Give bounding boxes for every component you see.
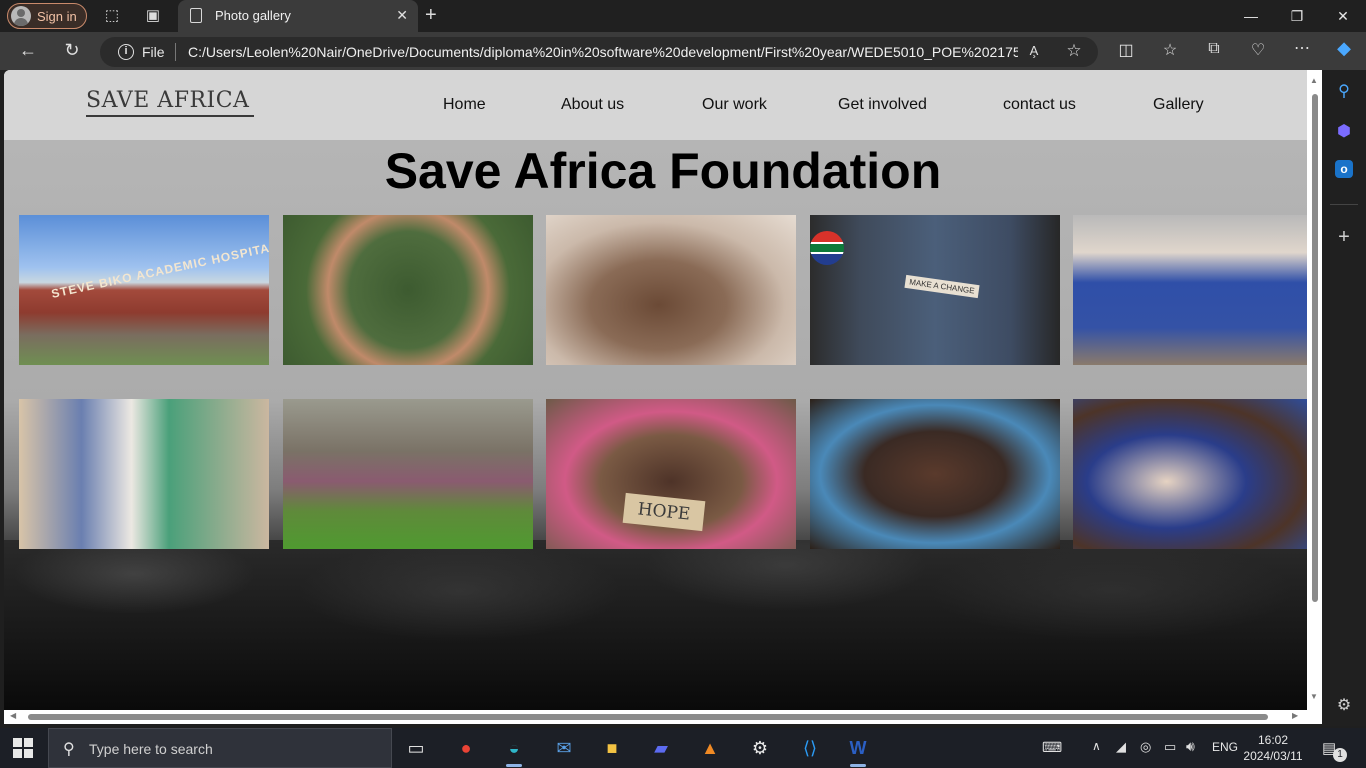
split-screen-icon[interactable]: ◫ bbox=[1114, 40, 1138, 60]
gallery-photo-hands-circle[interactable] bbox=[283, 215, 533, 365]
gallery-photo-team-blue[interactable] bbox=[1073, 215, 1307, 365]
south-africa-flag-icon bbox=[810, 231, 844, 265]
site-logo[interactable]: SAVE AFRICA bbox=[86, 88, 256, 118]
forest-background bbox=[4, 540, 1307, 710]
site-header: SAVE AFRICA Home About us Our work Get i… bbox=[4, 70, 1307, 140]
notification-badge: 1 bbox=[1333, 748, 1347, 762]
address-separator bbox=[175, 43, 176, 61]
webcam-icon[interactable]: ◎ bbox=[1140, 739, 1151, 755]
sidebar-divider bbox=[1330, 204, 1358, 205]
taskbar-search-placeholder: Type here to search bbox=[89, 741, 213, 757]
minimize-icon[interactable]: — bbox=[1228, 4, 1274, 28]
edge-sidebar: ⚲ ⬢ o + ⚙ bbox=[1322, 70, 1366, 726]
scroll-left-icon[interactable]: ◀ bbox=[10, 711, 16, 720]
nav-contact-us[interactable]: contact us bbox=[1003, 96, 1076, 114]
address-prefix: File bbox=[142, 44, 165, 60]
url-text[interactable]: C:/Users/Leolen%20Nair/OneDrive/Document… bbox=[188, 44, 1018, 60]
logo-underline bbox=[86, 115, 254, 117]
network-icon[interactable]: ◢ bbox=[1116, 739, 1126, 755]
file-explorer-icon[interactable]: ■ bbox=[592, 733, 632, 763]
collections-icon[interactable]: ⧉ bbox=[1202, 40, 1226, 58]
tab-title: Photo gallery bbox=[215, 8, 291, 23]
settings-icon[interactable]: ⚙ bbox=[740, 733, 780, 763]
browser-toolbar: ← ↻ i File C:/Users/Leolen%20Nair/OneDri… bbox=[0, 32, 1366, 70]
windows-taskbar: ⚲ Type here to search ▭ ● ◒ ✉ ■ ▰ ▲ ⚙ ⟨⟩… bbox=[0, 728, 1366, 768]
search-icon[interactable]: ⚲ bbox=[1332, 80, 1356, 104]
clock-date: 2024/03/11 bbox=[1243, 749, 1303, 763]
logo-text: SAVE AFRICA bbox=[86, 88, 250, 113]
new-tab-icon[interactable]: + bbox=[425, 4, 437, 27]
tab-actions-icon[interactable]: ▣ bbox=[143, 6, 163, 26]
browser-viewport: SAVE AFRICA Home About us Our work Get i… bbox=[4, 70, 1322, 724]
word-icon[interactable]: W bbox=[838, 733, 878, 767]
vertical-scrollbar[interactable]: ▲ ▼ bbox=[1307, 70, 1322, 710]
gallery-photo-hope-girls[interactable]: HOPE bbox=[546, 399, 796, 549]
nav-get-involved[interactable]: Get involved bbox=[838, 96, 927, 114]
keyboard-tray-icon[interactable]: ⌨ bbox=[1042, 739, 1062, 756]
nav-gallery[interactable]: Gallery bbox=[1153, 96, 1204, 114]
vertical-scroll-thumb[interactable] bbox=[1312, 94, 1318, 602]
workspaces-icon[interactable]: ⬚ bbox=[102, 6, 122, 26]
tab-photo-gallery[interactable]: Photo gallery ✕ bbox=[178, 0, 418, 32]
signin-button[interactable]: Sign in bbox=[7, 3, 87, 29]
gallery-photo-coins-hands[interactable]: MAKE A CHANGE bbox=[810, 215, 1060, 365]
fl-studio-icon[interactable]: ▲ bbox=[690, 733, 730, 763]
show-hidden-icons[interactable]: ∧ bbox=[1092, 739, 1101, 753]
hope-sign-text: HOPE bbox=[622, 492, 706, 532]
taskbar-search-icon: ⚲ bbox=[63, 741, 75, 758]
gallery-photo-clinic-visit[interactable] bbox=[19, 399, 269, 549]
browser-titlebar: Sign in ⬚ ▣ Photo gallery ✕ + — ❐ ✕ bbox=[0, 0, 1366, 32]
outlook-icon[interactable]: o bbox=[1335, 160, 1353, 178]
copilot-icon[interactable]: ◆ bbox=[1332, 38, 1356, 59]
system-clock[interactable]: 16:02 2024/03/11 bbox=[1243, 732, 1303, 764]
nav-home[interactable]: Home bbox=[443, 96, 486, 114]
sidebar-settings-icon[interactable]: ⚙ bbox=[1332, 694, 1356, 718]
windows-start-icon[interactable] bbox=[13, 738, 33, 758]
input-language[interactable]: ENG bbox=[1212, 740, 1238, 754]
mail-icon[interactable]: ✉ bbox=[544, 733, 584, 763]
page-favicon-icon bbox=[190, 8, 202, 23]
scroll-down-icon[interactable]: ▼ bbox=[1310, 692, 1318, 701]
add-sidebar-app-icon[interactable]: + bbox=[1332, 225, 1356, 249]
nav-our-work[interactable]: Our work bbox=[702, 96, 767, 114]
refresh-icon[interactable]: ↻ bbox=[60, 40, 84, 61]
copilot-sidebar-icon[interactable]: ⬢ bbox=[1332, 120, 1356, 144]
gallery-photo-child-hug[interactable] bbox=[546, 215, 796, 365]
tab-close-icon[interactable]: ✕ bbox=[396, 7, 408, 24]
vscode-icon[interactable]: ⟨⟩ bbox=[790, 733, 830, 763]
hospital-sign-text: STEVE BIKO ACADEMIC HOSPITAL bbox=[50, 239, 269, 301]
volume-icon[interactable]: 🔊︎ bbox=[1186, 738, 1195, 755]
horizontal-scrollbar[interactable]: ◀ ▶ bbox=[4, 710, 1322, 724]
favorites-icon[interactable]: ☆ bbox=[1158, 40, 1182, 60]
site-info-icon[interactable]: i bbox=[118, 44, 134, 60]
signin-label: Sign in bbox=[37, 8, 77, 24]
read-aloud-icon[interactable]: A̧ bbox=[1022, 43, 1046, 58]
gallery-photo-hospital[interactable]: STEVE BIKO ACADEMIC HOSPITAL bbox=[19, 215, 269, 365]
scroll-up-icon[interactable]: ▲ bbox=[1310, 76, 1318, 85]
gallery-photo-group[interactable] bbox=[283, 399, 533, 549]
chrome-icon[interactable]: ● bbox=[446, 733, 486, 763]
edge-icon[interactable]: ◒ bbox=[494, 733, 534, 767]
task-view-icon[interactable]: ▭ bbox=[396, 733, 436, 763]
page-title: Save Africa Foundation bbox=[384, 143, 942, 199]
browser-essentials-icon[interactable]: ♡ bbox=[1246, 40, 1270, 60]
web-page: SAVE AFRICA Home About us Our work Get i… bbox=[4, 70, 1307, 710]
address-bar[interactable]: i File C:/Users/Leolen%20Nair/OneDrive/D… bbox=[100, 37, 1098, 67]
close-window-icon[interactable]: ✕ bbox=[1320, 4, 1366, 28]
restore-icon[interactable]: ❐ bbox=[1274, 4, 1320, 28]
clock-time: 16:02 bbox=[1257, 733, 1289, 747]
back-icon[interactable]: ← bbox=[16, 40, 40, 61]
gallery-photo-volunteer-kids[interactable] bbox=[1073, 399, 1307, 549]
battery-icon[interactable]: ▭ bbox=[1164, 739, 1176, 755]
horizontal-scroll-thumb[interactable] bbox=[28, 714, 1268, 720]
gallery-photo-smiling-children[interactable] bbox=[810, 399, 1060, 549]
favorite-star-icon[interactable]: ☆ bbox=[1062, 41, 1086, 61]
coin-note-text: MAKE A CHANGE bbox=[904, 274, 980, 299]
scroll-right-icon[interactable]: ▶ bbox=[1292, 711, 1298, 720]
more-menu-icon[interactable]: ⋯ bbox=[1290, 38, 1314, 58]
profile-avatar-icon bbox=[11, 6, 31, 26]
taskbar-search-box[interactable]: ⚲ Type here to search bbox=[48, 728, 392, 768]
nav-about-us[interactable]: About us bbox=[561, 96, 624, 114]
vpn-app-icon[interactable]: ▰ bbox=[641, 733, 681, 763]
